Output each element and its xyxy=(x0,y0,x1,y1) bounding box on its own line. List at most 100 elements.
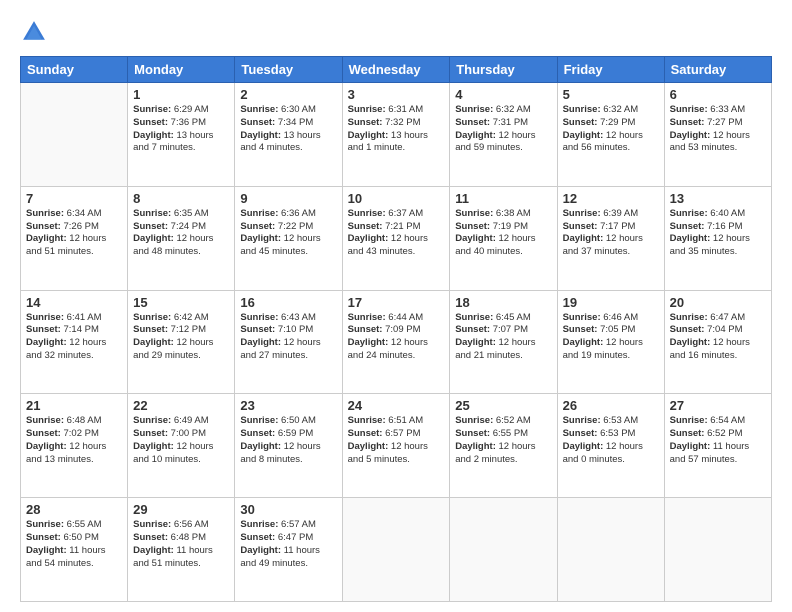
calendar-cell: 5 Sunrise: 6:32 AMSunset: 7:29 PMDaylight… xyxy=(557,83,664,187)
day-info: Sunrise: 6:29 AMSunset: 7:36 PMDaylight:… xyxy=(133,104,229,155)
day-info: Sunrise: 6:36 AMSunset: 7:22 PMDaylight:… xyxy=(240,208,336,259)
weekday-header-sunday: Sunday xyxy=(21,57,128,83)
calendar-cell: 4 Sunrise: 6:32 AMSunset: 7:31 PMDaylight… xyxy=(450,83,557,187)
weekday-header-thursday: Thursday xyxy=(450,57,557,83)
day-info: Sunrise: 6:33 AMSunset: 7:27 PMDaylight:… xyxy=(670,104,766,155)
week-row-3: 21 Sunrise: 6:48 AMSunset: 7:02 PMDayligh… xyxy=(21,394,772,498)
calendar-cell: 18 Sunrise: 6:45 AMSunset: 7:07 PMDayligh… xyxy=(450,290,557,394)
day-number: 1 xyxy=(133,87,229,102)
calendar-cell: 10 Sunrise: 6:37 AMSunset: 7:21 PMDayligh… xyxy=(342,186,450,290)
day-number: 7 xyxy=(26,191,122,206)
day-number: 24 xyxy=(348,398,445,413)
day-info: Sunrise: 6:32 AMSunset: 7:29 PMDaylight:… xyxy=(563,104,659,155)
calendar-cell: 3 Sunrise: 6:31 AMSunset: 7:32 PMDaylight… xyxy=(342,83,450,187)
day-info: Sunrise: 6:54 AMSunset: 6:52 PMDaylight:… xyxy=(670,415,766,466)
day-number: 8 xyxy=(133,191,229,206)
calendar-cell: 20 Sunrise: 6:47 AMSunset: 7:04 PMDayligh… xyxy=(664,290,771,394)
calendar-cell: 17 Sunrise: 6:44 AMSunset: 7:09 PMDayligh… xyxy=(342,290,450,394)
weekday-header-monday: Monday xyxy=(128,57,235,83)
calendar-cell: 23Sunrise: 6:50 AMSunset: 6:59 PMDayligh… xyxy=(235,394,342,498)
day-info: Sunrise: 6:45 AMSunset: 7:07 PMDaylight:… xyxy=(455,312,551,363)
day-info: Sunrise: 6:48 AMSunset: 7:02 PMDaylight:… xyxy=(26,415,122,466)
day-info: Sunrise: 6:57 AMSunset: 6:47 PMDaylight:… xyxy=(240,519,336,570)
day-number: 9 xyxy=(240,191,336,206)
week-row-2: 14 Sunrise: 6:41 AMSunset: 7:14 PMDayligh… xyxy=(21,290,772,394)
weekday-header-saturday: Saturday xyxy=(664,57,771,83)
day-info: Sunrise: 6:39 AMSunset: 7:17 PMDaylight:… xyxy=(563,208,659,259)
day-number: 5 xyxy=(563,87,659,102)
day-info: Sunrise: 6:46 AMSunset: 7:05 PMDaylight:… xyxy=(563,312,659,363)
day-info: Sunrise: 6:38 AMSunset: 7:19 PMDaylight:… xyxy=(455,208,551,259)
calendar-cell: 1 Sunrise: 6:29 AMSunset: 7:36 PMDaylight… xyxy=(128,83,235,187)
calendar-cell: 8 Sunrise: 6:35 AMSunset: 7:24 PMDaylight… xyxy=(128,186,235,290)
header xyxy=(20,18,772,46)
calendar-cell xyxy=(557,498,664,602)
calendar-cell: 29 Sunrise: 6:56 AMSunset: 6:48 PMDayligh… xyxy=(128,498,235,602)
calendar-cell: 25 Sunrise: 6:52 AMSunset: 6:55 PMDayligh… xyxy=(450,394,557,498)
day-number: 18 xyxy=(455,295,551,310)
week-row-4: 28 Sunrise: 6:55 AMSunset: 6:50 PMDayligh… xyxy=(21,498,772,602)
day-info: Sunrise: 6:30 AMSunset: 7:34 PMDaylight:… xyxy=(240,104,336,155)
day-number: 4 xyxy=(455,87,551,102)
day-info: Sunrise: 6:47 AMSunset: 7:04 PMDaylight:… xyxy=(670,312,766,363)
day-info: Sunrise: 6:44 AMSunset: 7:09 PMDaylight:… xyxy=(348,312,445,363)
week-row-0: 1 Sunrise: 6:29 AMSunset: 7:36 PMDaylight… xyxy=(21,83,772,187)
day-info: Sunrise: 6:40 AMSunset: 7:16 PMDaylight:… xyxy=(670,208,766,259)
calendar-cell: 21 Sunrise: 6:48 AMSunset: 7:02 PMDayligh… xyxy=(21,394,128,498)
calendar-cell: 13Sunrise: 6:40 AMSunset: 7:16 PMDayligh… xyxy=(664,186,771,290)
calendar-cell: 2 Sunrise: 6:30 AMSunset: 7:34 PMDaylight… xyxy=(235,83,342,187)
day-number: 27 xyxy=(670,398,766,413)
day-number: 3 xyxy=(348,87,445,102)
day-number: 2 xyxy=(240,87,336,102)
calendar-cell: 27 Sunrise: 6:54 AMSunset: 6:52 PMDayligh… xyxy=(664,394,771,498)
day-number: 19 xyxy=(563,295,659,310)
calendar-cell: 11Sunrise: 6:38 AMSunset: 7:19 PMDayligh… xyxy=(450,186,557,290)
calendar-cell: 22Sunrise: 6:49 AMSunset: 7:00 PMDayligh… xyxy=(128,394,235,498)
day-info: Sunrise: 6:32 AMSunset: 7:31 PMDaylight:… xyxy=(455,104,551,155)
day-number: 10 xyxy=(348,191,445,206)
day-info: Sunrise: 6:43 AMSunset: 7:10 PMDaylight:… xyxy=(240,312,336,363)
calendar-cell: 15 Sunrise: 6:42 AMSunset: 7:12 PMDayligh… xyxy=(128,290,235,394)
day-number: 28 xyxy=(26,502,122,517)
day-info: Sunrise: 6:49 AMSunset: 7:00 PMDaylight:… xyxy=(133,415,229,466)
day-info: Sunrise: 6:37 AMSunset: 7:21 PMDaylight:… xyxy=(348,208,445,259)
day-info: Sunrise: 6:31 AMSunset: 7:32 PMDaylight:… xyxy=(348,104,445,155)
weekday-header-row: SundayMondayTuesdayWednesdayThursdayFrid… xyxy=(21,57,772,83)
day-number: 29 xyxy=(133,502,229,517)
calendar-cell xyxy=(450,498,557,602)
calendar-cell: 12 Sunrise: 6:39 AMSunset: 7:17 PMDayligh… xyxy=(557,186,664,290)
calendar-cell: 24 Sunrise: 6:51 AMSunset: 6:57 PMDayligh… xyxy=(342,394,450,498)
weekday-header-friday: Friday xyxy=(557,57,664,83)
calendar-cell: 19 Sunrise: 6:46 AMSunset: 7:05 PMDayligh… xyxy=(557,290,664,394)
calendar-cell: 9 Sunrise: 6:36 AMSunset: 7:22 PMDaylight… xyxy=(235,186,342,290)
calendar-cell: 30Sunrise: 6:57 AMSunset: 6:47 PMDayligh… xyxy=(235,498,342,602)
day-number: 15 xyxy=(133,295,229,310)
day-number: 26 xyxy=(563,398,659,413)
calendar-cell: 16 Sunrise: 6:43 AMSunset: 7:10 PMDayligh… xyxy=(235,290,342,394)
weekday-header-tuesday: Tuesday xyxy=(235,57,342,83)
day-number: 6 xyxy=(670,87,766,102)
day-number: 16 xyxy=(240,295,336,310)
day-info: Sunrise: 6:41 AMSunset: 7:14 PMDaylight:… xyxy=(26,312,122,363)
calendar-cell xyxy=(342,498,450,602)
day-info: Sunrise: 6:56 AMSunset: 6:48 PMDaylight:… xyxy=(133,519,229,570)
weekday-header-wednesday: Wednesday xyxy=(342,57,450,83)
day-info: Sunrise: 6:35 AMSunset: 7:24 PMDaylight:… xyxy=(133,208,229,259)
day-number: 20 xyxy=(670,295,766,310)
day-info: Sunrise: 6:52 AMSunset: 6:55 PMDaylight:… xyxy=(455,415,551,466)
day-info: Sunrise: 6:55 AMSunset: 6:50 PMDaylight:… xyxy=(26,519,122,570)
day-info: Sunrise: 6:42 AMSunset: 7:12 PMDaylight:… xyxy=(133,312,229,363)
calendar-cell: 28 Sunrise: 6:55 AMSunset: 6:50 PMDayligh… xyxy=(21,498,128,602)
day-number: 12 xyxy=(563,191,659,206)
day-number: 17 xyxy=(348,295,445,310)
logo xyxy=(20,18,52,46)
day-info: Sunrise: 6:51 AMSunset: 6:57 PMDaylight:… xyxy=(348,415,445,466)
day-number: 25 xyxy=(455,398,551,413)
calendar-cell: 26Sunrise: 6:53 AMSunset: 6:53 PMDayligh… xyxy=(557,394,664,498)
day-number: 23 xyxy=(240,398,336,413)
day-number: 21 xyxy=(26,398,122,413)
calendar-cell: 6 Sunrise: 6:33 AMSunset: 7:27 PMDaylight… xyxy=(664,83,771,187)
day-number: 14 xyxy=(26,295,122,310)
calendar-cell: 7 Sunrise: 6:34 AMSunset: 7:26 PMDaylight… xyxy=(21,186,128,290)
day-info: Sunrise: 6:34 AMSunset: 7:26 PMDaylight:… xyxy=(26,208,122,259)
